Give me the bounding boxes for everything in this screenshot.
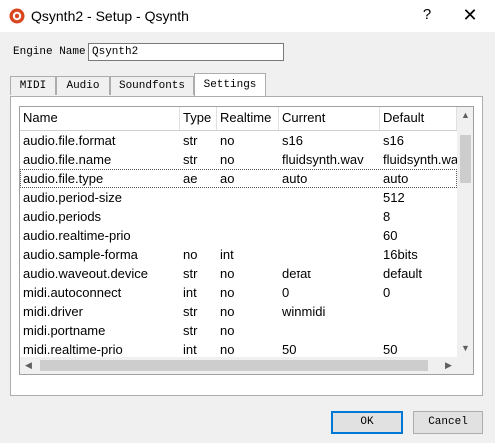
close-button[interactable]: ✕ [460,5,480,26]
qsynth-app-icon [9,8,25,24]
scroll-right-arrow-icon[interactable]: ▶ [440,357,457,374]
cell-name: audio.file.type [23,171,104,186]
obscured-region [140,211,360,231]
scroll-left-arrow-icon[interactable]: ◀ [20,357,37,374]
table-row[interactable]: audio.file.name str no fluidsynth.wav fluids… [20,150,457,169]
settings-table: Name Type Realtime Current Default audio… [19,106,474,375]
help-button[interactable]: ? [418,6,436,23]
cell-default [380,321,457,340]
cancel-button[interactable]: Cancel [413,411,483,434]
tab-soundfonts[interactable]: Soundfonts [110,76,194,95]
cell-type: str [183,266,198,281]
cell-default: 8 [383,209,391,224]
obscured-region [290,231,380,271]
column-header-realtime[interactable]: Realtime [217,107,279,130]
cell-realtime: no [220,285,235,300]
engine-name-input[interactable]: Qsynth2 [88,43,284,61]
cell-current[interactable]: s16 [279,131,380,150]
cell-realtime: no [220,304,235,319]
column-header-type[interactable]: Type [180,107,217,130]
vertical-scrollbar[interactable]: ▲ ▼ [457,107,473,357]
cell-name: midi.autoconnect [23,285,122,300]
cell-default: 16bits [383,247,418,262]
cell-realtime: no [220,266,235,281]
cell-name: audio.sample-forma [23,247,138,262]
column-header-default[interactable]: Default [380,107,457,130]
cell-realtime: no [220,133,235,148]
cell-realtime: int [220,247,234,262]
cell-default: 512 [383,190,405,205]
column-header-current[interactable]: Current [279,107,380,130]
cell-name: audio.file.name [23,152,112,167]
cell-name: midi.portname [23,323,106,338]
cell-default: fluidsynth.wav [383,152,457,167]
table-row[interactable]: midi.autoconnect int no 0 0 [20,283,457,302]
cell-default: s16 [383,133,404,148]
cell-current[interactable]: 0 [279,283,380,302]
table-row[interactable]: audio.waveout.device str no defat default [20,264,457,283]
cell-type: str [183,133,198,148]
table-row[interactable]: audio.file.format str no s16 s16 [20,131,457,150]
cell-realtime: no [220,323,235,338]
cell-type: no [183,247,198,262]
scroll-down-arrow-icon[interactable]: ▼ [457,340,473,357]
cell-default: 60 [383,228,398,243]
cell-default: default [383,266,423,281]
ok-button[interactable]: OK [331,411,403,434]
horizontal-scrollbar[interactable]: ◀ ▶ [20,357,457,374]
scroll-up-arrow-icon[interactable]: ▲ [457,107,473,124]
table-row[interactable]: midi.portname str no [20,321,457,340]
tab-midi[interactable]: MIDI [10,76,56,95]
cell-current[interactable]: auto [279,169,380,188]
tab-audio[interactable]: Audio [56,76,110,95]
horizontal-scroll-thumb[interactable] [40,360,428,371]
cell-name: audio.file.format [23,133,116,148]
table-row[interactable]: midi.driver str no winmidi [20,302,457,321]
cell-name: audio.waveout.device [23,266,149,281]
cell-default [380,302,457,321]
table-row[interactable]: audio.file.type ae ao auto auto [20,169,457,188]
cell-type: str [183,152,198,167]
title-bar: Qsynth2 - Setup - Qsynth ? ✕ [0,0,495,32]
cell-current[interactable]: winmidi [279,302,380,321]
scrollbar-corner [457,357,473,374]
cell-name: midi.driver [23,304,83,319]
table-row[interactable]: audio.sample-forma no int 16bits [20,245,457,264]
cell-type: ae [183,171,198,186]
tab-settings[interactable]: Settings [194,73,266,96]
window-title: Qsynth2 - Setup - Qsynth [31,8,189,24]
engine-name-label: Engine Name: [13,46,93,58]
cell-default: 0 [383,285,391,300]
cell-current[interactable]: fluidsynth.wav [279,150,380,169]
cell-type: str [183,323,198,338]
cell-default: auto [383,171,409,186]
column-header-name[interactable]: Name [20,107,180,130]
obscured-region [140,189,340,207]
cell-current[interactable] [279,321,380,340]
cell-realtime: ao [220,171,235,186]
vertical-scroll-thumb[interactable] [460,135,471,183]
cell-realtime: no [220,152,235,167]
cell-type: str [183,304,198,319]
table-header: Name Type Realtime Current Default [20,107,457,131]
cell-type: int [183,285,197,300]
